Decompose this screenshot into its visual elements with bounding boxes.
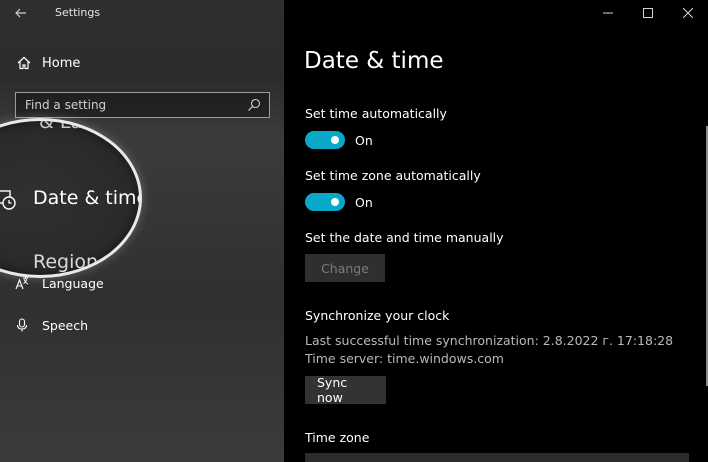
search-placeholder: Find a setting bbox=[25, 98, 107, 112]
back-button[interactable] bbox=[8, 3, 34, 23]
set-tz-auto-toggle[interactable] bbox=[305, 193, 345, 211]
sidebar: Settings Home Find a setting Language Sp… bbox=[0, 0, 284, 462]
back-arrow-icon bbox=[15, 8, 26, 18]
sync-now-button[interactable]: Sync now bbox=[305, 375, 386, 405]
page-title: Date & time bbox=[304, 48, 444, 74]
sidebar-titlebar: Settings bbox=[0, 0, 284, 28]
magnified-partial-item: & Lang bbox=[39, 118, 107, 133]
manual-time-label: Set the date and time manually bbox=[305, 230, 504, 245]
maximize-icon bbox=[643, 8, 653, 18]
language-icon bbox=[15, 277, 29, 290]
toggle-knob bbox=[331, 136, 339, 144]
close-button[interactable] bbox=[668, 0, 708, 26]
last-sync-text: Last successful time synchronization: 2.… bbox=[305, 333, 674, 348]
time-zone-label: Time zone bbox=[305, 430, 370, 445]
home-icon bbox=[17, 56, 31, 70]
app-title: Settings bbox=[55, 6, 101, 19]
set-tz-auto-toggle-row: On bbox=[305, 193, 373, 211]
set-time-auto-toggle[interactable] bbox=[305, 131, 345, 149]
close-icon bbox=[683, 8, 693, 18]
clock-icon bbox=[0, 190, 16, 210]
set-time-auto-label: Set time automatically bbox=[305, 106, 447, 121]
magnifier-overlay: & Lang Date & time Region bbox=[0, 118, 142, 278]
sidebar-item-speech[interactable]: Speech bbox=[0, 313, 284, 337]
toggle-knob bbox=[331, 198, 339, 206]
maximize-button[interactable] bbox=[628, 0, 668, 26]
toggle-state-label: On bbox=[355, 194, 373, 210]
sidebar-item-label: Speech bbox=[42, 317, 89, 333]
time-zone-dropdown[interactable] bbox=[305, 453, 689, 462]
window-controls bbox=[588, 0, 708, 26]
search-input[interactable]: Find a setting bbox=[15, 92, 270, 118]
minimize-icon bbox=[603, 12, 613, 14]
search-icon[interactable] bbox=[247, 98, 261, 112]
microphone-icon bbox=[16, 318, 28, 332]
change-button[interactable]: Change bbox=[305, 254, 385, 282]
time-server-text: Time server: time.windows.com bbox=[305, 351, 504, 366]
minimize-button[interactable] bbox=[588, 0, 628, 26]
set-time-auto-toggle-row: On bbox=[305, 131, 373, 149]
main-content: Date & time Set time automatically On Se… bbox=[284, 0, 708, 462]
sidebar-item-home[interactable]: Home bbox=[0, 50, 284, 76]
toggle-state-label: On bbox=[355, 132, 373, 148]
set-tz-auto-label: Set time zone automatically bbox=[305, 168, 481, 183]
magnified-partial-item: Region bbox=[33, 251, 99, 273]
sync-heading: Synchronize your clock bbox=[305, 308, 450, 323]
sidebar-item-date-time[interactable]: Date & time bbox=[33, 187, 139, 209]
sidebar-item-label: Language bbox=[42, 275, 104, 291]
sidebar-item-label: Home bbox=[42, 55, 81, 71]
